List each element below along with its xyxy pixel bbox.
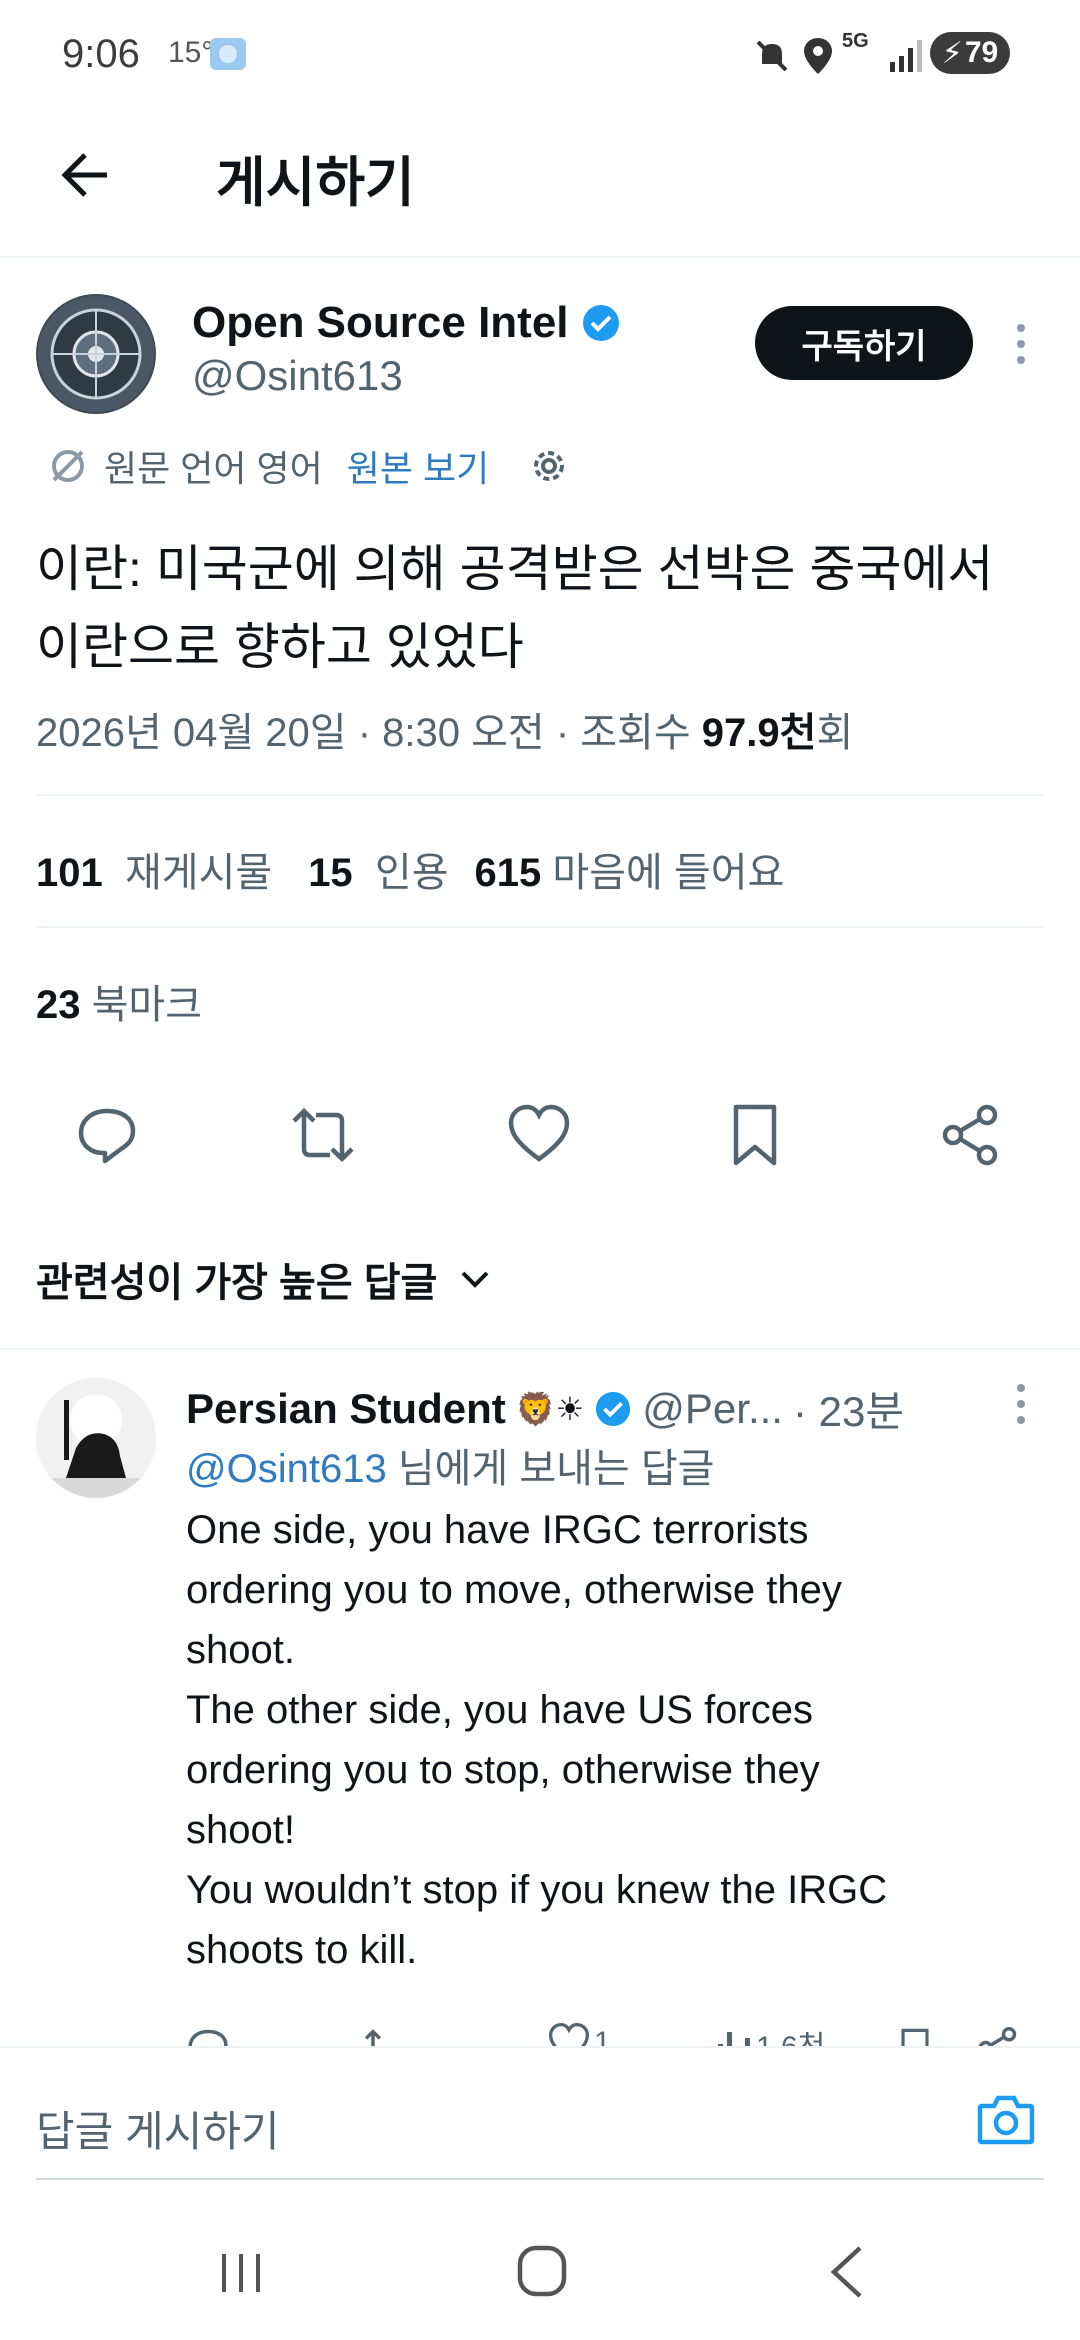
- author-avatar[interactable]: [36, 294, 156, 414]
- replying-to: @Osint613 님에게 보내는 답글: [186, 1436, 714, 1494]
- reposts-label: 재게시물: [124, 851, 273, 895]
- quotes-stat[interactable]: 15 인용: [308, 840, 448, 898]
- back-arrow-icon: [61, 153, 107, 197]
- replying-to-suffix: 님에게 보내는 답글: [386, 1447, 715, 1491]
- chevron-down-icon: [461, 1271, 489, 1288]
- bookmarks-label: 북마크: [91, 983, 203, 1027]
- header-divider: [0, 256, 1080, 258]
- bookmarks-stat[interactable]: 23 북마크: [36, 972, 202, 1030]
- likes-stat[interactable]: 615 마음에 들어요: [475, 840, 785, 898]
- reply-author-avatar[interactable]: [36, 1378, 156, 1498]
- verified-badge-icon: [596, 1391, 631, 1426]
- author-name[interactable]: Open Source Intel: [192, 298, 621, 348]
- tweet-actions: [0, 1090, 1080, 1180]
- reply-text-line: shoot.: [186, 1628, 295, 1672]
- share-icon: [942, 1104, 998, 1166]
- replies-divider: [0, 1348, 1080, 1350]
- bookmarks-count: 23: [36, 983, 81, 1027]
- reply-button[interactable]: [62, 1090, 152, 1180]
- home-icon[interactable]: [516, 2244, 568, 2303]
- subscribe-button[interactable]: 구독하기: [755, 306, 973, 380]
- reply-author-name: Persian Student: [186, 1384, 506, 1432]
- reply-icon: [78, 1108, 136, 1164]
- replies-sort-dropdown[interactable]: 관련성이 가장 높은 답글: [36, 1250, 493, 1308]
- quotes-label: 인용: [374, 851, 449, 895]
- meta-divider: [36, 794, 1044, 796]
- battery-icon: ⚡ 79: [930, 32, 1010, 74]
- translation-note: 원문 언어 영어: [104, 448, 323, 489]
- reply-text: One side, you have IRGC terrorists order…: [186, 1500, 1046, 1980]
- likes-label: 마음에 들어요: [552, 851, 785, 895]
- reply-text-line: ordering you to move, otherwise they: [186, 1568, 842, 1612]
- reply-text-line: ordering you to stop, otherwise they: [186, 1748, 820, 1792]
- reply-compose-input[interactable]: 답글 게시하기: [36, 2098, 280, 2159]
- compose-underline: [36, 2178, 1044, 2180]
- reply-more-options-icon[interactable]: [1006, 1382, 1036, 1426]
- reply-text-line: One side, you have IRGC terrorists: [186, 1508, 809, 1552]
- repost-icon: [292, 1107, 354, 1163]
- signal-icon: [888, 38, 924, 79]
- reply-text-line: shoot!: [186, 1808, 295, 1852]
- heart-icon: [508, 1104, 570, 1162]
- replies-sort-label: 관련성이 가장 높은 답글: [36, 1261, 438, 1305]
- tweet-views-value: 97.9천: [701, 711, 817, 755]
- tweet-text: 이란: 미국군에 의해 공격받은 선박은 중국에서 이란으로 향하고 있었다: [36, 530, 1046, 686]
- lion-sun-emoji-icon: 🦁☀: [515, 1390, 585, 1427]
- like-button[interactable]: [494, 1090, 584, 1180]
- more-options-icon[interactable]: [1006, 322, 1036, 366]
- reply-text-line: The other side, you have US forces: [186, 1688, 813, 1732]
- likes-count: 615: [474, 851, 542, 895]
- view-original-link[interactable]: 원본 보기: [347, 440, 489, 492]
- tweet-text-line: 이란으로 향하고 있었다: [36, 619, 524, 675]
- settings-gear-icon[interactable]: [527, 444, 571, 488]
- translation-row: 원문 언어 영어 원본 보기: [48, 440, 571, 492]
- quotes-count: 15: [308, 851, 353, 895]
- reposts-stat[interactable]: 101 재게시물: [36, 840, 272, 898]
- share-button[interactable]: [926, 1090, 1016, 1180]
- network-5g-icon: 5G: [842, 30, 869, 52]
- back-nav-icon[interactable]: [826, 2244, 866, 2305]
- author-name-text: Open Source Intel: [192, 298, 569, 347]
- bookmark-icon: [733, 1104, 777, 1166]
- status-time: 9:06: [62, 32, 140, 76]
- stats-divider: [36, 926, 1044, 928]
- mute-icon: [752, 36, 792, 81]
- tweet-text-line: 이란: 미국군에 의해 공격받은 선박은 중국에서: [36, 541, 994, 597]
- reply-author-handle: @Per...: [642, 1384, 783, 1432]
- location-icon: [800, 36, 836, 81]
- camera-icon[interactable]: [976, 2092, 1036, 2153]
- reposts-count: 101: [36, 851, 103, 895]
- repost-button[interactable]: [278, 1090, 368, 1180]
- back-button[interactable]: [50, 140, 120, 210]
- replying-to-handle[interactable]: @Osint613: [186, 1447, 387, 1491]
- translate-icon: [52, 450, 84, 482]
- tweet-date-time: 2026년 04월 20일 · 8:30 오전 · 조회수: [36, 711, 702, 755]
- charging-bolt-icon: ⚡: [941, 36, 963, 70]
- reply-time: · 23분: [792, 1388, 904, 1435]
- engagement-stats: 101 재게시물 15 인용 615 마음에 들어요: [36, 840, 784, 898]
- author-handle[interactable]: @Osint613: [192, 352, 403, 400]
- tweet-views-suffix: 회: [816, 711, 854, 755]
- verified-badge-icon: [582, 305, 619, 341]
- reply-text-line: shoots to kill.: [186, 1928, 418, 1972]
- reply-author-row[interactable]: Persian Student 🦁☀ @Per... · 23분: [186, 1378, 904, 1439]
- bookmark-button[interactable]: [710, 1090, 800, 1180]
- tweet-meta: 2026년 04월 20일 · 8:30 오전 · 조회수 97.9천회: [36, 700, 853, 758]
- weather-icon: [208, 34, 248, 74]
- reply-text-line: You wouldn’t stop if you knew the IRGC: [186, 1868, 888, 1912]
- status-temperature: 15°: [168, 36, 214, 69]
- page-title: 게시하기: [216, 153, 415, 213]
- recent-apps-icon[interactable]: [216, 2248, 266, 2303]
- battery-level: 79: [964, 36, 999, 69]
